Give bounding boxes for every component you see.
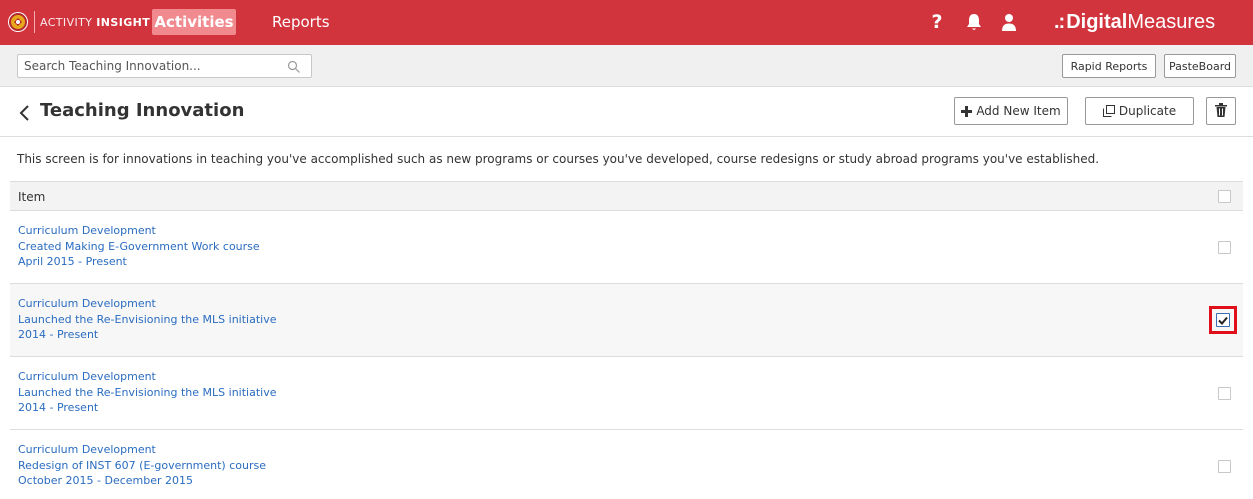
- row-link[interactable]: Curriculum Development Redesign of INST …: [18, 442, 266, 489]
- table-row[interactable]: Curriculum Development Created Making E-…: [10, 211, 1243, 284]
- top-navigation-bar: ACTIVITY INSIGHT Activities Reports ? .:…: [0, 0, 1253, 45]
- back-chevron-icon[interactable]: [17, 103, 31, 123]
- search-input[interactable]: [18, 55, 283, 77]
- brand-text: ACTIVITY INSIGHT: [40, 16, 150, 29]
- row-category: Curriculum Development: [18, 297, 156, 310]
- search-toolbar: Rapid Reports PasteBoard: [0, 45, 1253, 87]
- duplicate-label: Duplicate: [1118, 104, 1177, 118]
- row-title: Created Making E-Government Work course: [18, 239, 260, 253]
- university-seal-icon: [8, 12, 28, 32]
- add-new-item-label: Add New Item: [976, 104, 1061, 118]
- search-box[interactable]: [17, 54, 312, 78]
- brand-prefix: ACTIVITY: [40, 15, 93, 29]
- row-checkbox[interactable]: [1218, 387, 1231, 400]
- row-title: Redesign of INST 607 (E-government) cour…: [18, 458, 266, 472]
- help-icon[interactable]: ?: [928, 10, 946, 34]
- notifications-bell-icon[interactable]: [964, 12, 984, 34]
- row-checkbox-checked[interactable]: [1216, 313, 1230, 327]
- row-dates: 2014 - Present: [18, 401, 99, 414]
- checkmark-icon: [1218, 316, 1228, 325]
- row-link[interactable]: Curriculum Development Created Making E-…: [18, 223, 260, 270]
- column-header-item: Item: [18, 190, 46, 204]
- row-dates: 2014 - Present: [18, 328, 99, 341]
- row-category: Curriculum Development: [18, 224, 156, 237]
- table-row[interactable]: Curriculum Development Launched the Re-E…: [10, 284, 1243, 357]
- row-category: Curriculum Development: [18, 443, 156, 456]
- pasteboard-button[interactable]: PasteBoard: [1164, 54, 1236, 78]
- row-dates: October 2015 - December 2015: [18, 474, 194, 487]
- user-profile-icon[interactable]: [1000, 12, 1018, 34]
- duplicate-button[interactable]: Duplicate: [1085, 97, 1194, 125]
- search-icon[interactable]: [287, 59, 301, 73]
- highlighted-checkbox-frame: [1209, 306, 1237, 334]
- digital-measures-bold: Digital: [1066, 10, 1128, 33]
- brand-divider: [34, 11, 35, 33]
- copy-icon: [1102, 105, 1115, 117]
- row-checkbox[interactable]: [1218, 241, 1231, 254]
- activity-insight-logo[interactable]: ACTIVITY INSIGHT: [8, 10, 150, 34]
- digital-measures-thin: Measures: [1127, 10, 1216, 33]
- row-title: Launched the Re-Envisioning the MLS init…: [18, 312, 277, 326]
- screen-description: This screen is for innovations in teachi…: [17, 152, 1100, 166]
- row-title: Launched the Re-Envisioning the MLS init…: [18, 385, 277, 399]
- page-title: Teaching Innovation: [40, 100, 245, 121]
- row-link[interactable]: Curriculum Development Launched the Re-E…: [18, 296, 276, 343]
- row-dates: April 2015 - Present: [18, 255, 127, 268]
- digital-measures-logo[interactable]: .: Digital Measures: [1054, 10, 1215, 34]
- table-row[interactable]: Curriculum Development Redesign of INST …: [10, 430, 1243, 499]
- row-category: Curriculum Development: [18, 370, 156, 383]
- digital-measures-dots: .:: [1054, 10, 1065, 33]
- select-all-checkbox[interactable]: [1218, 190, 1231, 203]
- page-header: Teaching Innovation Add New Item Duplica…: [0, 87, 1253, 137]
- row-link[interactable]: Curriculum Development Launched the Re-E…: [18, 369, 276, 416]
- row-checkbox[interactable]: [1218, 460, 1231, 473]
- brand-name: INSIGHT: [96, 15, 151, 29]
- delete-button[interactable]: [1206, 97, 1236, 125]
- plus-icon: [961, 105, 973, 117]
- add-new-item-button[interactable]: Add New Item: [954, 97, 1068, 125]
- trash-icon: [1215, 102, 1227, 120]
- tab-activities[interactable]: Activities: [152, 9, 236, 35]
- table-header: Item: [10, 181, 1243, 211]
- rapid-reports-button[interactable]: Rapid Reports: [1062, 54, 1156, 78]
- table-row[interactable]: Curriculum Development Launched the Re-E…: [10, 357, 1243, 430]
- tab-reports[interactable]: Reports: [272, 9, 330, 35]
